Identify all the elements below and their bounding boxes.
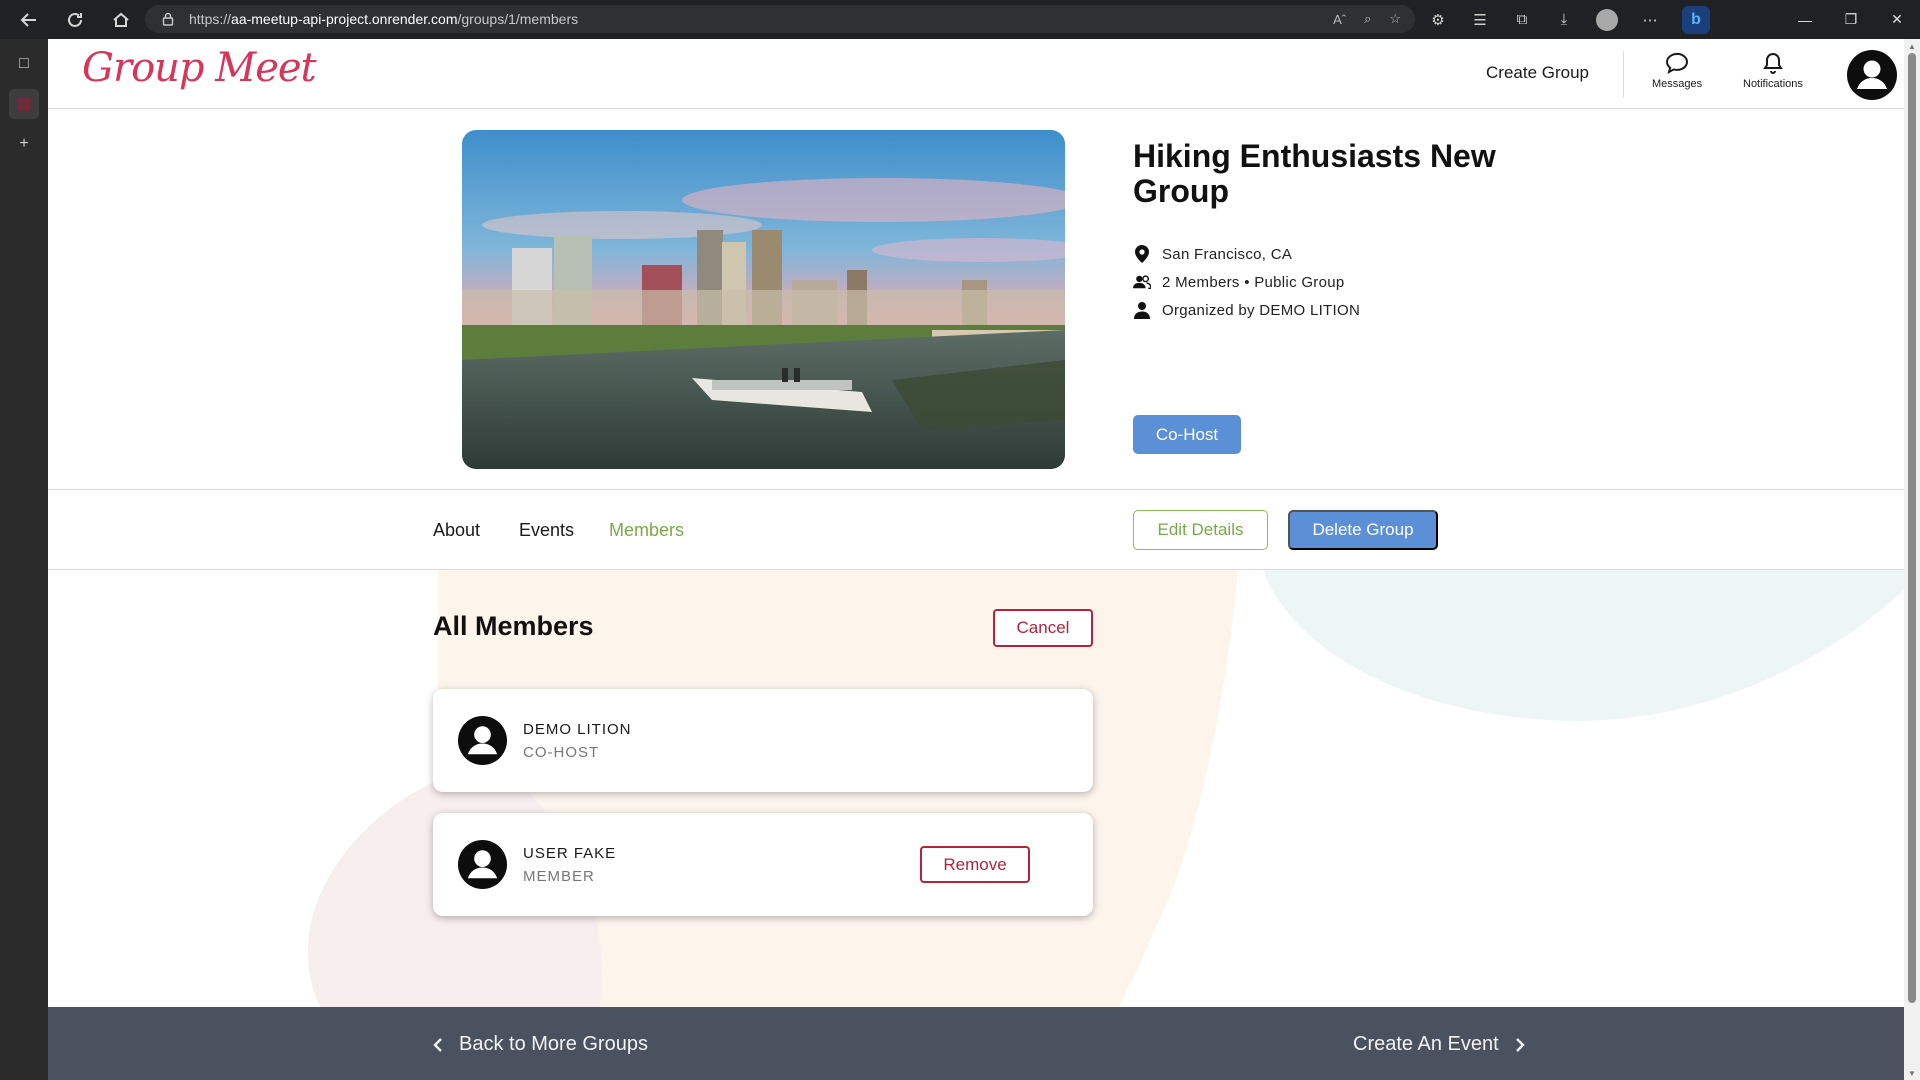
group-location: San Francisco, CA: [1133, 245, 1292, 263]
lock-icon: [162, 12, 174, 26]
messages-label: Messages: [1652, 78, 1703, 90]
member-role: MEMBER: [523, 868, 595, 885]
chat-bubble-icon: [1666, 52, 1689, 75]
page-scrollbar[interactable]: ▲ ▼: [1904, 39, 1920, 1080]
extensions-icon[interactable]: ⚙: [1428, 10, 1448, 30]
create-group-link[interactable]: Create Group: [1486, 63, 1589, 83]
cancel-button[interactable]: Cancel: [993, 609, 1093, 647]
member-card: USER FAKE MEMBER Remove: [433, 813, 1093, 916]
chevron-right-icon: [1515, 1037, 1525, 1052]
remove-member-button[interactable]: Remove: [920, 846, 1030, 883]
back-icon[interactable]: [18, 9, 40, 31]
user-icon: [1133, 301, 1151, 319]
favorite-add-icon[interactable]: ☆: [1389, 11, 1401, 27]
url-text: https://aa-meetup-api-project.onrender.c…: [189, 11, 579, 27]
footer-nav: Back to More Groups Create An Event: [48, 1007, 1904, 1080]
member-avatar-icon: [458, 716, 507, 765]
back-to-groups-label: Back to More Groups: [459, 1033, 648, 1055]
messages-button[interactable]: Messages: [1652, 51, 1702, 90]
location-text: San Francisco, CA: [1162, 245, 1293, 263]
member-role: CO-HOST: [523, 744, 600, 761]
home-icon[interactable]: [110, 9, 132, 31]
profile-icon[interactable]: [1596, 8, 1618, 31]
notifications-label: Notifications: [1743, 78, 1803, 90]
chevron-left-icon: [433, 1037, 442, 1052]
co-host-button[interactable]: Co-Host: [1133, 415, 1241, 454]
user-avatar-button[interactable]: [1847, 50, 1897, 100]
back-to-groups-link[interactable]: Back to More Groups: [433, 1033, 648, 1056]
new-tab-icon[interactable]: +: [9, 129, 39, 159]
user-avatar-icon: [1857, 60, 1887, 89]
bell-icon: [1763, 52, 1783, 74]
scroll-up-icon[interactable]: ▲: [1908, 42, 1916, 51]
refresh-icon[interactable]: [64, 9, 86, 31]
edit-details-button[interactable]: Edit Details: [1133, 510, 1268, 550]
group-organizer: Organized by DEMO LITION: [1133, 301, 1360, 319]
organizer-text: Organized by DEMO LITION: [1162, 301, 1361, 319]
users-icon: [1133, 273, 1151, 291]
browser-sidebar: □ +: [0, 39, 48, 1080]
site-logo[interactable]: Group Meet: [82, 45, 317, 91]
group-title: Hiking Enthusiasts New Group: [1133, 138, 1496, 209]
delete-group-button[interactable]: Delete Group: [1288, 510, 1438, 550]
address-bar[interactable]: https://aa-meetup-api-project.onrender.c…: [145, 5, 1415, 33]
members-info-text: 2 Members • Public Group: [1162, 273, 1345, 291]
browser-toolbar: https://aa-meetup-api-project.onrender.c…: [0, 0, 1920, 39]
bing-icon[interactable]: b: [1682, 5, 1710, 34]
header-divider: [1623, 51, 1624, 97]
close-icon[interactable]: ✕: [1874, 11, 1920, 28]
create-event-link[interactable]: Create An Event: [1353, 1033, 1525, 1056]
member-card: DEMO LITION CO-HOST: [433, 689, 1093, 792]
tab-actions-icon[interactable]: □: [9, 49, 39, 79]
page-viewport: Group Meet Create Group Messages Notific…: [48, 39, 1904, 1080]
all-members-title: All Members: [433, 611, 594, 641]
collections-icon[interactable]: ⧉: [1512, 10, 1532, 30]
tab-members[interactable]: Members: [609, 520, 684, 541]
member-avatar-icon: [458, 840, 507, 889]
minimize-icon[interactable]: —: [1782, 12, 1828, 28]
map-pin-icon: [1133, 245, 1151, 263]
scroll-thumb[interactable]: [1908, 53, 1916, 1003]
background-blobs: [308, 570, 1904, 1045]
downloads-icon[interactable]: ⤓: [1554, 10, 1574, 30]
group-image: [462, 130, 1065, 469]
member-name: USER FAKE: [523, 845, 617, 862]
notifications-button[interactable]: Notifications: [1743, 51, 1803, 90]
create-event-label: Create An Event: [1353, 1033, 1499, 1055]
group-tabs: About Events Members Edit Details Delete…: [48, 489, 1904, 570]
site-header: Group Meet Create Group Messages Notific…: [48, 39, 1904, 109]
scroll-down-icon[interactable]: ▼: [1908, 1069, 1916, 1078]
members-section: All Members Cancel DEMO LITION CO-HOST U…: [48, 570, 1904, 1045]
member-name: DEMO LITION: [523, 721, 632, 738]
tab-about[interactable]: About: [433, 520, 480, 541]
zoom-icon[interactable]: ⌕: [1364, 11, 1371, 27]
more-icon[interactable]: ⋯: [1640, 10, 1660, 30]
favorites-icon[interactable]: ☰: [1470, 10, 1490, 30]
restore-icon[interactable]: ❐: [1828, 11, 1874, 28]
open-tab-favicon[interactable]: [9, 89, 39, 119]
tab-events[interactable]: Events: [519, 520, 574, 541]
read-aloud-icon[interactable]: Aˆ: [1333, 12, 1346, 27]
group-members-info: 2 Members • Public Group: [1133, 273, 1345, 291]
